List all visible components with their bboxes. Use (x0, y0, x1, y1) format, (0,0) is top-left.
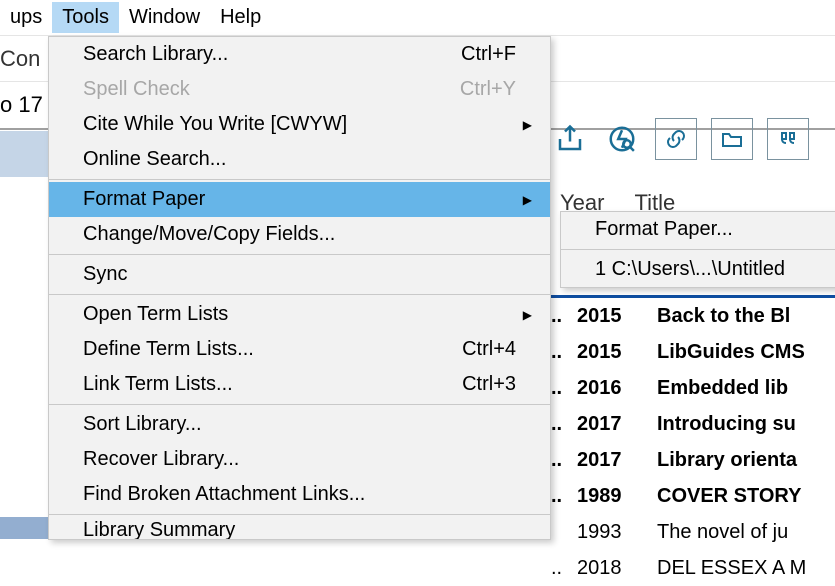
menu-sort-library[interactable]: Sort Library... (49, 407, 550, 442)
menu-online-search[interactable]: Online Search... (49, 142, 550, 177)
menu-link-term-lists[interactable]: Link Term Lists... Ctrl+3 (49, 367, 550, 402)
menu-shortcut: Ctrl+3 (462, 373, 516, 396)
menu-label: Sort Library... (83, 413, 522, 436)
menu-define-term-lists[interactable]: Define Term Lists... Ctrl+4 (49, 332, 550, 367)
menu-label: Define Term Lists... (83, 338, 462, 361)
menu-library-summary[interactable]: Library Summary (49, 517, 550, 539)
table-row[interactable]: ..2017Library orienta (551, 442, 835, 478)
menu-cwyw[interactable]: Cite While You Write [CWYW] ▶ (49, 107, 550, 142)
menu-recover-library[interactable]: Recover Library... (49, 442, 550, 477)
menu-search-library[interactable]: Search Library... Ctrl+F (49, 37, 550, 72)
menu-separator (561, 249, 835, 250)
menu-label: Spell Check (83, 78, 460, 101)
submenu-recent-document[interactable]: 1 C:\Users\...\Untitled (561, 252, 835, 287)
format-paper-submenu: Format Paper... 1 C:\Users\...\Untitled (560, 211, 835, 288)
menu-change-move-copy[interactable]: Change/Move/Copy Fields... (49, 217, 550, 252)
menu-separator (49, 294, 550, 295)
table-row[interactable]: ..2016Embedded lib (551, 370, 835, 406)
menu-label: Change/Move/Copy Fields... (83, 223, 522, 246)
menu-shortcut: Ctrl+Y (460, 78, 516, 101)
menu-format-paper[interactable]: Format Paper ▶ (49, 182, 550, 217)
folder-icon[interactable] (711, 118, 753, 160)
menu-label: Library Summary (83, 519, 522, 540)
menu-label: Link Term Lists... (83, 373, 462, 396)
table-row[interactable]: ..1989COVER STORY (551, 478, 835, 514)
table-row[interactable]: ..2018DEL ESSEX A M (551, 550, 835, 586)
menu-label: Recover Library... (83, 448, 522, 471)
menu-label: Online Search... (83, 148, 522, 171)
menubar: ups Tools Window Help (0, 0, 835, 36)
tools-dropdown-menu: Search Library... Ctrl+F Spell Check Ctr… (48, 36, 551, 540)
pdf-search-icon[interactable] (603, 118, 641, 160)
menu-separator (49, 179, 550, 180)
quote-icon[interactable] (767, 118, 809, 160)
menu-spell-check: Spell Check Ctrl+Y (49, 72, 550, 107)
toolbar (551, 118, 809, 160)
menubar-item-help[interactable]: Help (210, 2, 271, 33)
chevron-right-icon: ▶ (522, 193, 532, 207)
table-row[interactable]: ..2017Introducing su (551, 406, 835, 442)
menu-label: Search Library... (83, 43, 461, 66)
menubar-item-groups[interactable]: ups (0, 2, 52, 33)
menu-label: Open Term Lists (83, 303, 522, 326)
menu-label: Format Paper... (595, 218, 827, 241)
menu-label: 1 C:\Users\...\Untitled (595, 258, 827, 281)
menubar-item-tools[interactable]: Tools (52, 2, 119, 33)
left-highlight-strip (0, 131, 50, 177)
menu-label: Format Paper (83, 188, 522, 211)
table-row[interactable]: ..2015LibGuides CMS (551, 334, 835, 370)
menu-label: Find Broken Attachment Links... (83, 483, 522, 506)
chevron-right-icon: ▶ (522, 118, 532, 132)
left-column (0, 131, 48, 539)
menu-label: Cite While You Write [CWYW] (83, 113, 522, 136)
menu-find-broken-links[interactable]: Find Broken Attachment Links... (49, 477, 550, 512)
menu-sync[interactable]: Sync (49, 257, 550, 292)
menu-open-term-lists[interactable]: Open Term Lists ▶ (49, 297, 550, 332)
submenu-format-paper[interactable]: Format Paper... (561, 212, 835, 247)
menu-separator (49, 404, 550, 405)
reference-list: ..2015Back to the Bl ..2015LibGuides CMS… (551, 295, 835, 586)
left-selection-block (0, 517, 50, 539)
menu-shortcut: Ctrl+4 (462, 338, 516, 361)
share-icon[interactable] (551, 118, 589, 160)
menu-separator (49, 514, 550, 515)
table-row[interactable]: 1993The novel of ju (551, 514, 835, 550)
chevron-right-icon: ▶ (522, 308, 532, 322)
table-row[interactable]: ..2015Back to the Bl (551, 298, 835, 334)
subrow2-text: o 17 (0, 92, 43, 118)
menubar-item-window[interactable]: Window (119, 2, 210, 33)
subheader-text: Con (0, 46, 40, 72)
menu-shortcut: Ctrl+F (461, 43, 516, 66)
menu-separator (49, 254, 550, 255)
menu-label: Sync (83, 263, 522, 286)
link-icon[interactable] (655, 118, 697, 160)
